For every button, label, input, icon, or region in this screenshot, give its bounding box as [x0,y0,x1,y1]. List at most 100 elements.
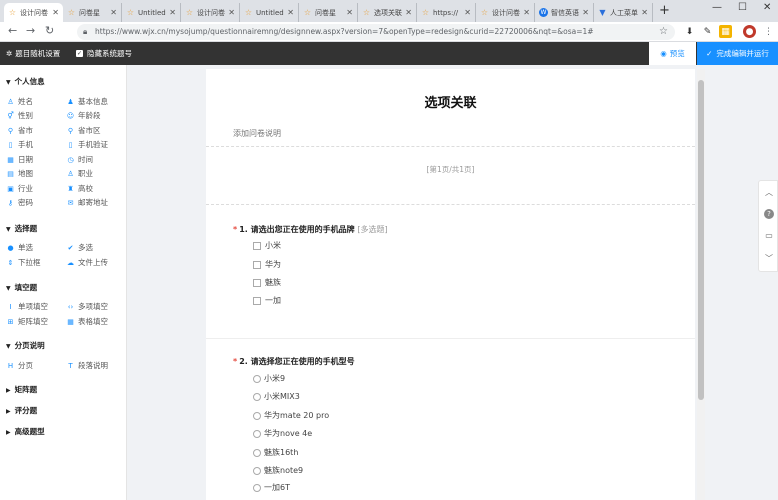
checkbox-option[interactable]: 华为 [253,259,281,270]
radio-option[interactable]: 华为mate 20 pro [253,410,329,421]
close-icon[interactable]: ✕ [169,8,176,17]
browser-tab[interactable]: ☆ Untitled ✕ [122,3,181,22]
browser-tab[interactable]: ☆ 设计问卷 ✕ [476,3,535,22]
checkbox[interactable] [253,278,261,287]
qtype-phone-verify[interactable]: ▯ 手机验证 [66,139,108,150]
qtype-paragraph[interactable]: T 段落说明 [66,360,108,371]
qtype-phone[interactable]: ▯ 手机 [6,139,33,150]
avatar[interactable]: ● [743,25,756,38]
section-rating[interactable]: ▶ 评分题 [6,405,37,416]
radio-option[interactable]: 小米9 [253,373,285,384]
forward-icon[interactable]: → [26,24,35,37]
qtype-gender[interactable]: ⚥ 性别 [6,110,33,121]
qtype-single-choice[interactable]: ● 单选 [6,242,33,253]
qtype-university[interactable]: ♜ 高校 [66,183,93,194]
browser-tab[interactable]: ☆ https:// ✕ [417,3,476,22]
qtype-time[interactable]: ◷ 时间 [66,154,93,165]
checkbox-option[interactable]: 一加 [253,295,281,306]
radio-button[interactable] [253,411,261,420]
question-2-title[interactable]: * 2. 请选择您正在使用的手机型号 [233,356,355,367]
maximize-icon[interactable]: ☐ [738,2,747,13]
checkbox[interactable] [253,296,261,305]
qtype-matrix-fill[interactable]: ⊞ 矩阵填空 [6,316,48,327]
radio-option[interactable]: 魅族note9 [253,465,303,476]
qtype-age[interactable]: ☺ 年龄段 [66,110,101,121]
reload-icon[interactable]: ↻ [45,24,54,37]
close-icon[interactable]: ✕ [464,8,471,17]
browser-tab[interactable]: W 智信英语 ✕ [535,3,594,22]
close-icon[interactable]: ✕ [405,8,412,17]
qtype-single-fill[interactable]: I 单项填空 [6,301,48,312]
hide-number-toggle[interactable]: ✓ 隐藏系统题号 [76,42,132,65]
section-choice[interactable]: ▼ 选择题 [6,223,37,234]
menu-kebab-icon[interactable]: ⋮ [762,25,775,38]
section-fill[interactable]: ▼ 填空题 [6,282,37,293]
browser-tab[interactable]: ☆ Untitled ✕ [240,3,299,22]
checkbox[interactable] [253,241,261,250]
section-advanced[interactable]: ▶ 高级题型 [6,426,45,437]
section-paging[interactable]: ▼ 分页说明 [6,340,45,351]
qtype-name[interactable]: ♙ 姓名 [6,96,33,107]
section-personal-info[interactable]: ▼ 个人信息 [6,76,45,87]
browser-tab[interactable]: ☆ 选项关联 ✕ [358,3,417,22]
help-icon[interactable]: ? [759,209,778,219]
new-tab-icon[interactable]: + [659,3,670,18]
close-icon[interactable]: ✕ [52,8,59,17]
section-matrix[interactable]: ▶ 矩阵题 [6,384,37,395]
extension-chart-icon[interactable]: ▦ [719,25,732,38]
radio-button[interactable] [253,392,261,401]
close-icon[interactable]: ✕ [523,8,530,17]
qtype-multi-fill[interactable]: ‹› 多项填空 [66,301,108,312]
scroll-down-icon[interactable]: ﹀ [759,253,778,264]
checkbox-option[interactable]: 小米 [253,240,281,251]
radio-option[interactable]: 魅族16th [253,447,298,458]
close-icon[interactable]: ✕ [346,8,353,17]
checkbox-icon[interactable]: ✓ [76,50,83,57]
radio-button[interactable] [253,448,261,457]
qtype-occupation[interactable]: ♙ 职业 [66,168,93,179]
radio-option[interactable]: 华为nove 4e [253,428,312,439]
close-icon[interactable]: ✕ [287,8,294,17]
qtype-province-city[interactable]: ⚲ 省市 [6,125,33,136]
survey-title[interactable]: 选项关联 [206,92,695,111]
scroll-up-icon[interactable]: ︿ [759,187,778,198]
window-close-icon[interactable]: ✕ [763,2,771,13]
browser-tab[interactable]: ▼ 人工菜单 ✕ [594,3,653,22]
survey-description[interactable]: 添加问卷说明 [233,128,281,139]
qtype-page-break[interactable]: H 分页 [6,360,33,371]
qtype-province-district[interactable]: ⚲ 省市区 [66,125,101,136]
radio-option[interactable]: 一加6T [253,482,290,493]
random-settings-button[interactable]: ✲ 题目随机设置 [6,42,60,65]
extension-download-icon[interactable]: ⬇ [683,25,696,38]
close-icon[interactable]: ✕ [110,8,117,17]
bookmark-star-icon[interactable]: ☆ [659,24,668,40]
preview-button[interactable]: ◉ 预览 [649,42,696,65]
browser-tab[interactable]: ☆ 问卷星 ✕ [63,3,122,22]
minimize-icon[interactable]: — [712,2,722,13]
close-icon[interactable]: ✕ [641,8,648,17]
radio-button[interactable] [253,483,261,492]
checkbox-option[interactable]: 魅族 [253,277,281,288]
address-bar[interactable]: 🔒︎ https://www.wjx.cn/mysojump/questionn… [77,24,675,40]
qtype-industry[interactable]: ▣ 行业 [6,183,33,194]
radio-option[interactable]: 小米MIX3 [253,391,300,402]
finish-edit-button[interactable]: ✓ 完成编辑并运行 [697,42,778,65]
close-icon[interactable]: ✕ [582,8,589,17]
radio-button[interactable] [253,374,261,383]
qtype-map[interactable]: ▤ 地图 [6,168,33,179]
qtype-multi-choice[interactable]: ✔ 多选 [66,242,93,253]
qtype-table-fill[interactable]: ▦ 表格填空 [66,316,108,327]
qtype-date[interactable]: ▦ 日期 [6,154,33,165]
comment-icon[interactable]: ▭ [759,231,778,240]
qtype-file-upload[interactable]: ☁ 文件上传 [66,257,108,268]
browser-tab[interactable]: ☆ 设计问卷 ✕ [181,3,240,22]
radio-button[interactable] [253,429,261,438]
browser-tab[interactable]: ☆ 设计问卷 ✕ [4,3,63,22]
qtype-address[interactable]: ✉ 邮寄地址 [66,197,108,208]
radio-button[interactable] [253,466,261,475]
qtype-dropdown[interactable]: ⇕ 下拉框 [6,257,41,268]
back-icon[interactable]: ← [8,24,17,37]
extension-pen-icon[interactable]: ✎ [701,25,714,38]
close-icon[interactable]: ✕ [228,8,235,17]
scrollbar-thumb[interactable] [698,80,704,400]
